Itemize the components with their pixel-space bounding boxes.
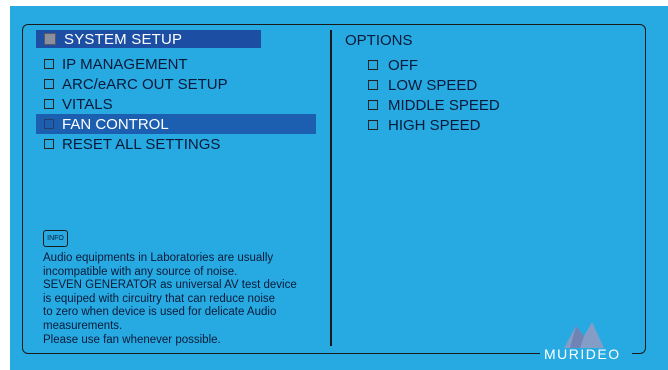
options-list: OFF LOW SPEED MIDDLE SPEED HIGH SPEED [368, 55, 500, 135]
checkbox-icon [44, 99, 54, 109]
info-line: to zero when device is used for delicate… [43, 306, 277, 319]
checkbox-icon [44, 119, 54, 129]
menu-item-vitals[interactable]: VITALS [36, 94, 316, 114]
info-description: Audio equipments in Laboratories are usu… [43, 252, 333, 347]
info-line: measurements. [43, 319, 123, 332]
menu-item-fan-control[interactable]: FAN CONTROL [36, 114, 316, 134]
menu-header-label: SYSTEM SETUP [64, 30, 183, 48]
checkbox-icon [368, 100, 378, 110]
checkbox-icon [368, 120, 378, 130]
option-high-speed[interactable]: HIGH SPEED [368, 115, 500, 135]
menu-item-ip-management[interactable]: IP MANAGEMENT [36, 54, 316, 74]
option-low-speed[interactable]: LOW SPEED [368, 75, 500, 95]
info-line: is equiped with circuitry that can reduc… [43, 292, 276, 305]
option-middle-speed[interactable]: MIDDLE SPEED [368, 95, 500, 115]
info-line: Please use fan whenever possible. [43, 333, 221, 346]
info-line: Audio equipments in Laboratories are usu… [43, 252, 274, 264]
menu-item-label: VITALS [62, 95, 113, 113]
header-square-icon [44, 33, 56, 45]
logo-text: MURIDEO [544, 346, 621, 362]
option-label: OFF [388, 56, 418, 74]
checkbox-icon [368, 80, 378, 90]
menu-item-label: IP MANAGEMENT [62, 55, 188, 73]
murideo-logo: MURIDEO [540, 318, 632, 362]
menu-item-label: FAN CONTROL [62, 115, 169, 133]
menu-list: IP MANAGEMENT ARC/eARC OUT SETUP VITALS … [36, 54, 316, 154]
checkbox-icon [44, 79, 54, 89]
checkbox-icon [44, 139, 54, 149]
info-badge: INFO [43, 230, 68, 247]
info-line: SEVEN GENERATOR as universal AV test dev… [43, 279, 297, 292]
option-label: LOW SPEED [388, 76, 478, 94]
menu-item-reset-all-settings[interactable]: RESET ALL SETTINGS [36, 134, 316, 154]
info-line: incompatible with any source of noise. [43, 265, 238, 278]
mountain-logo-icon [564, 322, 604, 348]
option-label: MIDDLE SPEED [388, 96, 500, 114]
checkbox-icon [368, 60, 378, 70]
option-off[interactable]: OFF [368, 55, 500, 75]
menu-item-label: RESET ALL SETTINGS [62, 135, 221, 153]
menu-header-system-setup[interactable]: SYSTEM SETUP [36, 30, 261, 48]
option-label: HIGH SPEED [388, 116, 481, 134]
options-title: OPTIONS [345, 32, 413, 49]
checkbox-icon [44, 59, 54, 69]
menu-item-arc-earc-out-setup[interactable]: ARC/eARC OUT SETUP [36, 74, 316, 94]
menu-item-label: ARC/eARC OUT SETUP [62, 75, 228, 93]
